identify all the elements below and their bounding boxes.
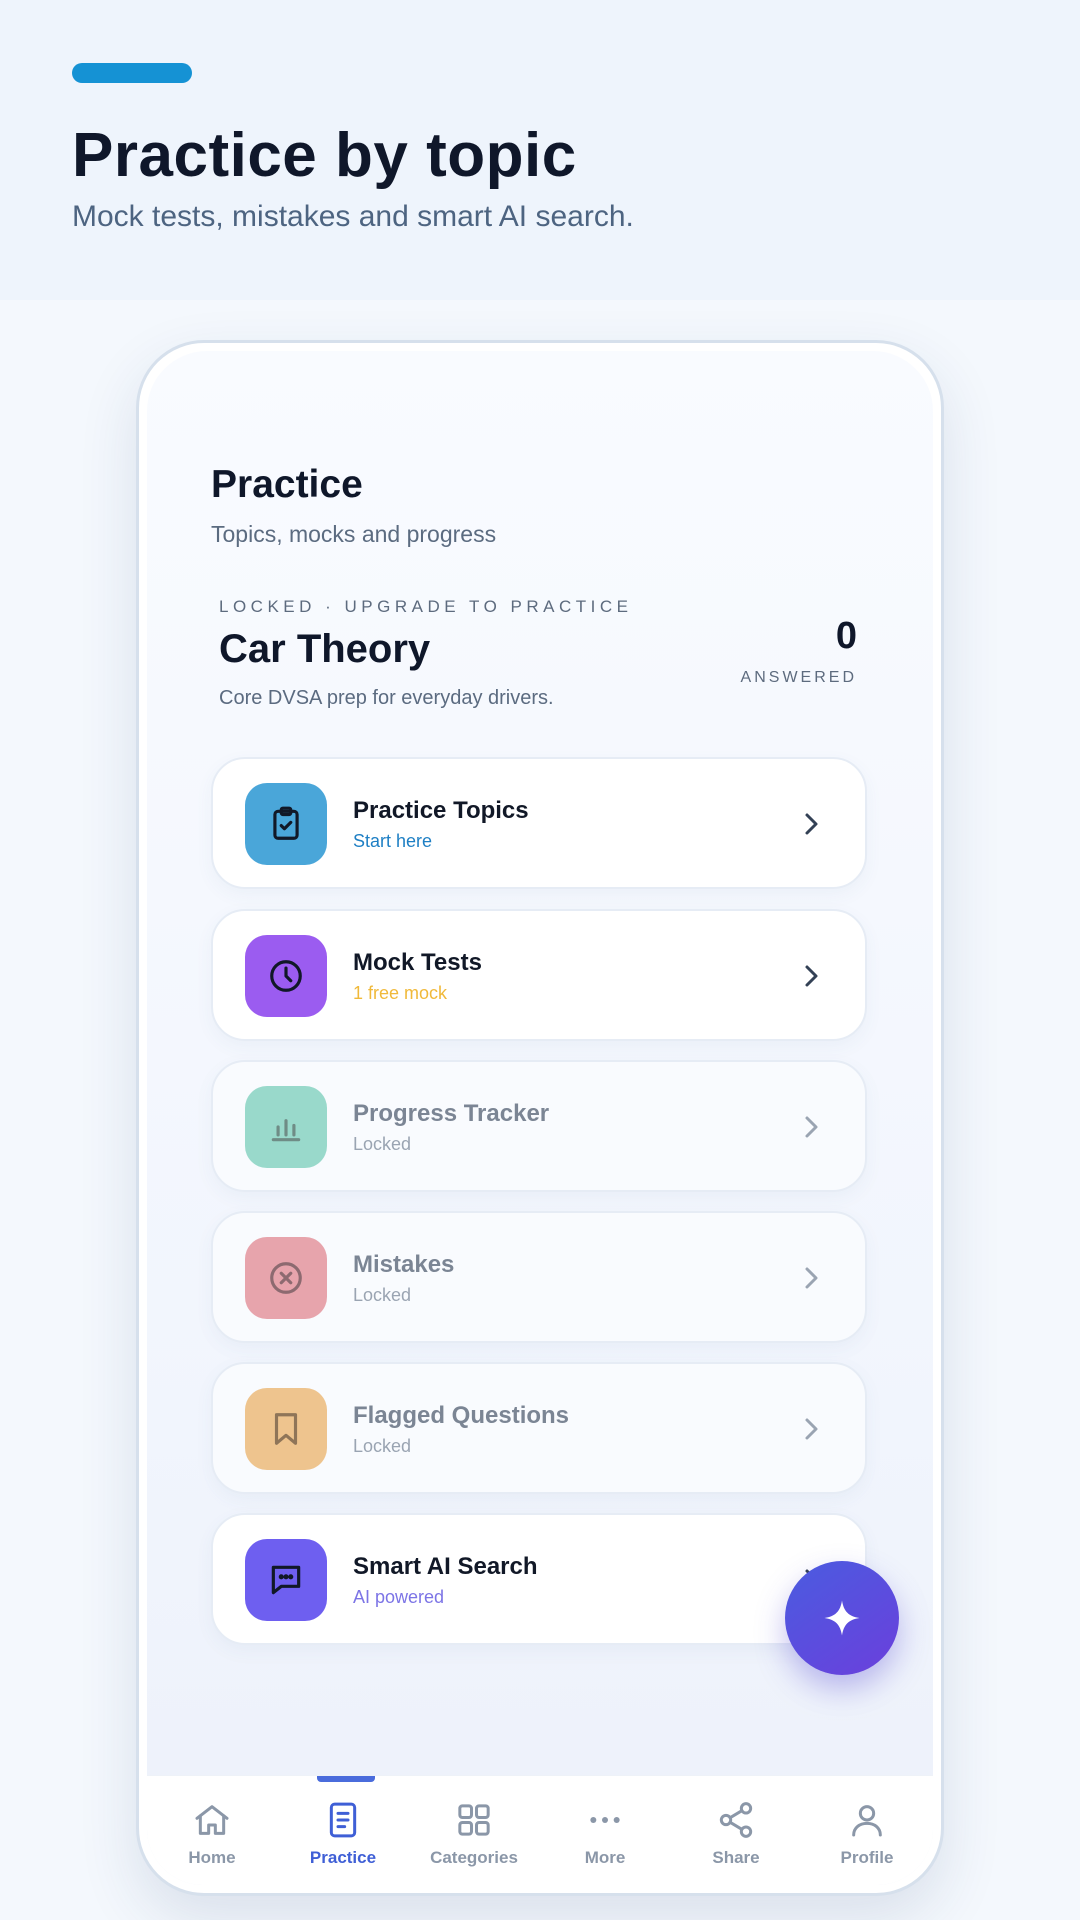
nav-item-profile[interactable]: Profile [802, 1800, 932, 1880]
phone-frame: Practice Topics, mocks and progress LOCK… [136, 340, 944, 1896]
user-icon [852, 1805, 882, 1837]
card-icon-bg [245, 935, 327, 1017]
card-status: Start here [353, 831, 433, 851]
course-status: LOCKED · UPGRADE TO PRACTICE [219, 597, 633, 616]
chevron-right-icon [805, 1116, 818, 1138]
nav-label: Profile [840, 1848, 894, 1867]
chevron-right-icon [805, 1418, 818, 1440]
screen-subtitle: Topics, mocks and progress [211, 521, 497, 547]
share-icon [719, 1802, 753, 1838]
nav-active-indicator [317, 1776, 375, 1782]
smart-ai-search-card[interactable]: Smart AI Search AI powered [211, 1513, 867, 1645]
chevron-right-icon [805, 965, 818, 987]
clock-icon [270, 960, 302, 992]
nav-label: More [584, 1848, 626, 1867]
card-icon-bg [245, 783, 327, 865]
card-title: Mistakes [353, 1251, 455, 1278]
bookmark-icon [274, 1413, 298, 1445]
card-icon-bg [245, 1539, 327, 1621]
card-status: Locked [353, 1436, 412, 1456]
x-circle-icon [270, 1262, 302, 1294]
course-name: Car Theory [219, 627, 431, 671]
sparkle-icon [824, 1600, 860, 1636]
bottom-nav: Home Practice Categories More Share Prof… [147, 1775, 933, 1885]
clipboard-check-icon [273, 806, 299, 840]
nav-item-home[interactable]: Home [147, 1800, 277, 1880]
screen-title: Practice [211, 463, 363, 506]
nav-item-more[interactable]: More [540, 1800, 670, 1880]
nav-label: Practice [309, 1848, 377, 1867]
accent-bar [72, 63, 192, 83]
chevron-right-icon [805, 813, 818, 835]
more-dots-icon [590, 1817, 620, 1823]
practice-topics-card[interactable]: Practice Topics Start here [211, 757, 867, 889]
ai-assistant-fab[interactable] [785, 1561, 899, 1675]
chat-bubble-icon [271, 1565, 301, 1595]
page-title: Practice by topic [72, 121, 577, 190]
nav-label: Home [188, 1848, 236, 1867]
page-header: Practice by topic Mock tests, mistakes a… [0, 0, 1080, 300]
card-status: Locked [353, 1134, 412, 1154]
flagged-questions-card[interactable]: Flagged Questions Locked [211, 1362, 867, 1494]
card-icon-bg [245, 1388, 327, 1470]
chevron-right-icon [805, 1267, 818, 1289]
card-status: 1 free mock [353, 983, 448, 1003]
card-title: Smart AI Search [353, 1553, 538, 1580]
card-title: Flagged Questions [353, 1402, 570, 1429]
grid-icon [458, 1804, 490, 1836]
answered-label: ANSWERED [740, 669, 857, 686]
card-title: Practice Topics [353, 797, 529, 824]
card-icon-bg [245, 1237, 327, 1319]
nav-item-categories[interactable]: Categories [409, 1800, 539, 1880]
card-status: AI powered [353, 1587, 445, 1607]
answered-count: 0 [835, 615, 857, 657]
mistakes-card[interactable]: Mistakes Locked [211, 1211, 867, 1343]
home-icon [195, 1805, 229, 1835]
nav-item-share[interactable]: Share [671, 1800, 801, 1880]
course-description: Core DVSA prep for everyday drivers. [219, 687, 554, 709]
document-icon [329, 1802, 357, 1838]
progress-tracker-card[interactable]: Progress Tracker Locked [211, 1060, 867, 1192]
card-title: Progress Tracker [353, 1100, 550, 1127]
nav-label: Categories [430, 1848, 518, 1867]
nav-item-practice[interactable]: Practice [278, 1800, 408, 1880]
card-title: Mock Tests [353, 949, 482, 976]
card-icon-bg [245, 1086, 327, 1168]
mock-tests-card[interactable]: Mock Tests 1 free mock [211, 909, 867, 1041]
page-subtitle: Mock tests, mistakes and smart AI search… [72, 200, 634, 233]
app-screen: Practice Topics, mocks and progress LOCK… [147, 351, 933, 1885]
bar-chart-icon [271, 1119, 301, 1142]
card-status: Locked [353, 1285, 412, 1305]
nav-label: Share [712, 1848, 760, 1867]
